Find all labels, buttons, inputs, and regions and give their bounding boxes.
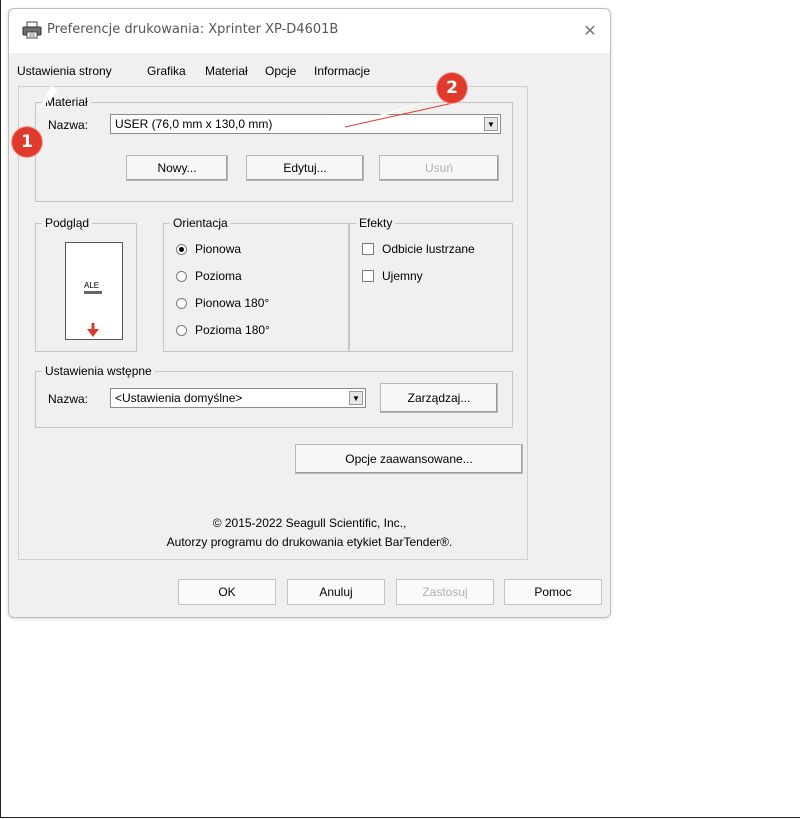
callout-1-pointer — [36, 85, 58, 113]
callout-2-pointer — [344, 93, 452, 128]
annotation-callout-lines — [36, 85, 454, 128]
annotation-badge-1: 1 — [12, 127, 42, 157]
callout-2-line — [344, 102, 454, 128]
annotation-badge-2: 2 — [437, 73, 467, 103]
